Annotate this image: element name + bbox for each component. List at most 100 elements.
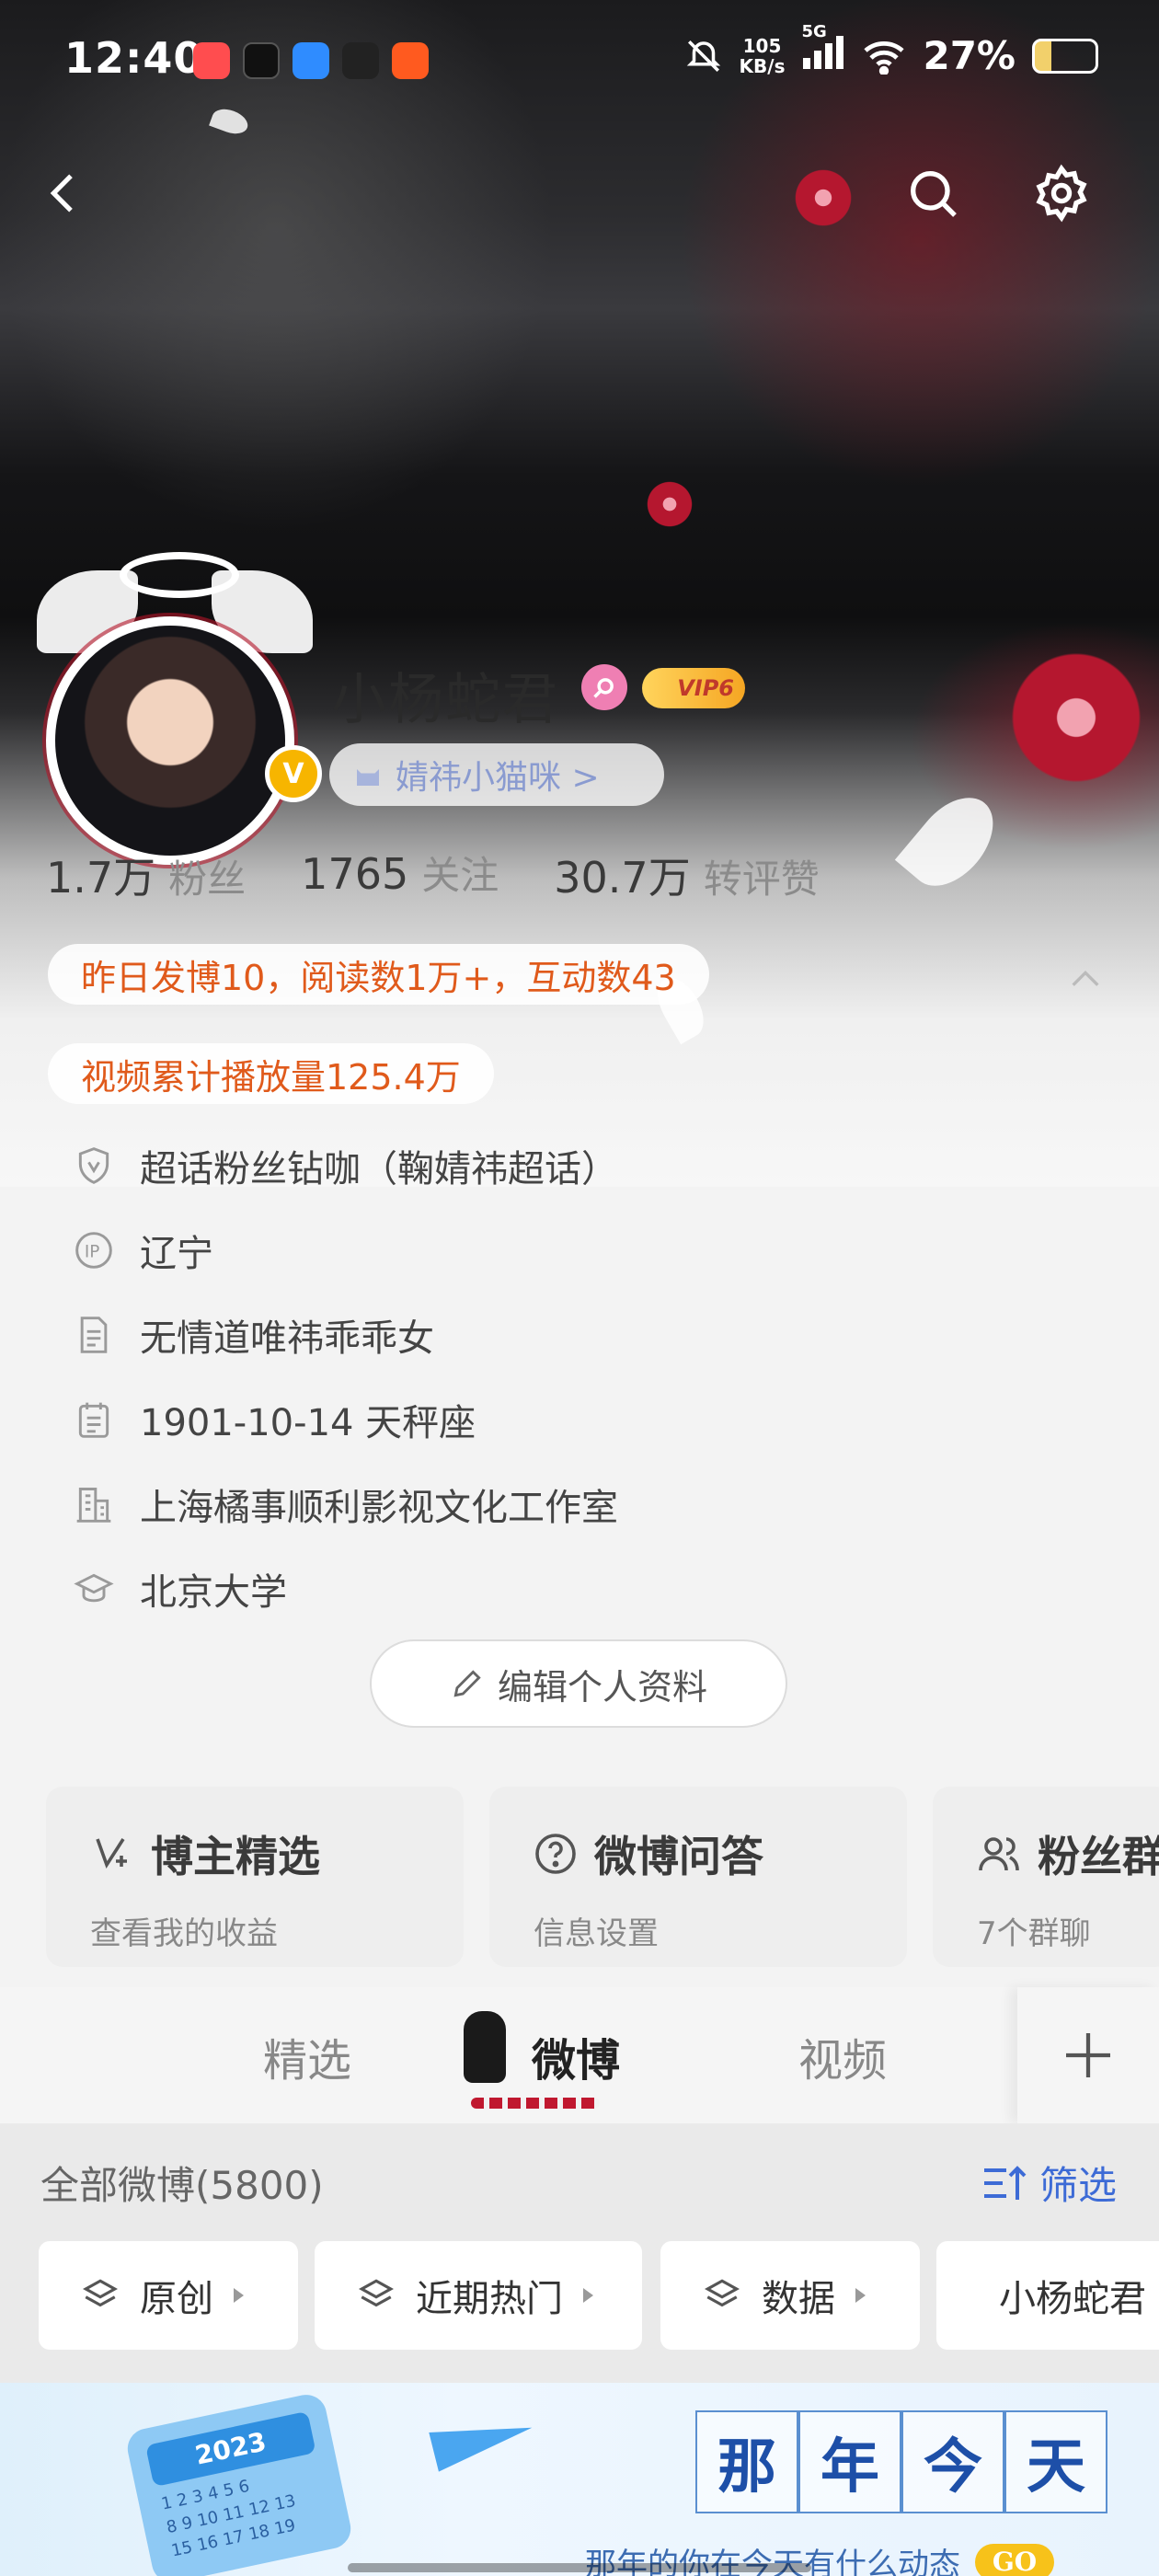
calendar-icon — [72, 1397, 116, 1442]
svg-text:IP: IP — [85, 1242, 99, 1261]
stat-likes[interactable]: 30.7万 转评赞 — [554, 845, 819, 905]
mute-bell-icon — [686, 40, 720, 72]
avatar[interactable] — [46, 616, 294, 865]
graduation-cap-icon — [72, 1567, 116, 1611]
pencil-icon — [453, 1670, 481, 1697]
info-row-supertopic[interactable]: 超话粉丝钻咖（鞠婧祎超话） — [72, 1139, 618, 1192]
info-text: 无情道唯祎乖乖女 — [140, 1317, 434, 1360]
memories-banner[interactable]: 2023 1 2 3 4 5 68 9 10 11 12 13 15 16 17 … — [0, 2383, 1159, 2576]
tab-weibo[interactable]: 微博 — [532, 2024, 620, 2088]
vip-badge[interactable]: VIP6 — [642, 668, 745, 708]
info-row-birthday: 1901-10-14 天秤座 — [72, 1393, 476, 1446]
feed-header: 全部微博(5800) 筛选 原创 近期热门 数据 小杨蛇君 — [0, 2123, 1159, 2383]
chevron-left-icon — [50, 174, 73, 213]
stat-following[interactable]: 1765 关注 — [301, 845, 499, 905]
card-subtitle: 7个群聊 — [977, 1915, 1091, 1952]
pink-search-badge-icon[interactable] — [581, 664, 627, 710]
chip-label: 小杨蛇君 — [999, 2278, 1146, 2320]
battery-icon — [1032, 38, 1098, 74]
chip-label: 数据 — [762, 2278, 835, 2320]
card-fan-groups[interactable]: 粉丝群 7个群聊 — [933, 1787, 1159, 1967]
info-text: 北京大学 — [140, 1571, 287, 1614]
card-qa[interactable]: 微博问答 信息设置 — [489, 1787, 907, 1967]
info-row-company: 上海橘事顺利影视文化工作室 — [72, 1478, 618, 1531]
tab-video[interactable]: 视频 — [798, 2024, 887, 2088]
chip-recent-hot[interactable]: 近期热门 — [315, 2241, 642, 2350]
app-notification-icon — [193, 42, 230, 79]
settings-button[interactable] — [1025, 156, 1098, 230]
yesterday-stats-pill[interactable]: 昨日发博10，阅读数1万+，互动数43 — [48, 944, 709, 1005]
triangle-right-icon — [583, 2288, 593, 2303]
weibo-app-icon — [392, 42, 429, 79]
info-row-bio: 无情道唯祎乖乖女 — [72, 1308, 434, 1362]
plus-icon — [1066, 2033, 1110, 2077]
add-tab-button[interactable] — [1017, 1987, 1159, 2123]
document-icon — [72, 1313, 116, 1357]
building-icon — [72, 1482, 116, 1526]
shield-icon — [72, 1144, 116, 1188]
avatar-frame[interactable]: V — [37, 552, 322, 865]
video-plays-pill[interactable]: 视频累计播放量125.4万 — [48, 1043, 494, 1104]
home-indicator[interactable] — [348, 2563, 811, 2572]
tiktok-icon — [243, 42, 280, 79]
layers-icon — [705, 2279, 740, 2307]
card-title: 微博问答 — [594, 1832, 763, 1881]
info-text: 上海橘事顺利影视文化工作室 — [140, 1487, 618, 1529]
status-right: 105 KB/s 5G 27% — [684, 22, 1098, 78]
triangle-right-icon — [855, 2288, 866, 2303]
banner-title: 那 年 今 天 — [695, 2410, 1107, 2513]
card-featured[interactable]: 博主精选 查看我的收益 — [46, 1787, 464, 1967]
triangle-right-icon — [234, 2288, 244, 2303]
layers-icon — [359, 2279, 394, 2307]
stat-followers[interactable]: 1.7万 粉丝 — [46, 845, 246, 905]
fan-group-pill[interactable]: 婧祎小猫咪 > — [329, 743, 664, 806]
all-weibo-count: 全部微博(5800) — [40, 2163, 324, 2208]
search-button[interactable] — [896, 156, 970, 230]
info-row-ip: IP 辽宁 — [72, 1224, 213, 1277]
app-notification-icon — [293, 42, 329, 79]
gear-icon — [1036, 164, 1087, 223]
filter-icon — [983, 2165, 1027, 2200]
edit-star-icon — [96, 1838, 127, 1869]
chip-user[interactable]: 小杨蛇君 — [936, 2241, 1159, 2350]
decor-feather — [894, 782, 1010, 902]
active-tab-indicator — [471, 2098, 600, 2109]
info-text: 1901-10-14 天秤座 — [140, 1402, 476, 1444]
network-speed: 105 KB/s — [739, 34, 786, 77]
battery-percent: 27% — [923, 33, 1016, 78]
filter-label: 筛选 — [1039, 2163, 1117, 2208]
tab-featured[interactable]: 精选 — [263, 2024, 351, 2088]
cat-icon — [357, 769, 379, 786]
layers-icon — [83, 2279, 118, 2307]
signal-icon: 5G — [801, 22, 845, 78]
tab-decoration-icon — [464, 2011, 506, 2083]
card-subtitle: 查看我的收益 — [90, 1915, 278, 1952]
question-icon — [535, 1834, 576, 1874]
ip-icon: IP — [72, 1228, 116, 1272]
edit-profile-button[interactable]: 编辑个人资料 — [370, 1639, 787, 1728]
status-time: 12:40 — [64, 33, 204, 83]
chip-label: 近期热门 — [416, 2278, 563, 2320]
wifi-icon — [864, 40, 905, 75]
back-button[interactable] — [28, 156, 101, 230]
decor-flower — [1003, 644, 1150, 791]
profile-name: 小杨蛇君 — [331, 668, 559, 732]
chevron-up-icon[interactable] — [1067, 960, 1104, 997]
edit-profile-label: 编辑个人资料 — [497, 1666, 707, 1708]
verified-badge-icon: V — [265, 745, 322, 802]
chip-original[interactable]: 原创 — [39, 2241, 298, 2350]
go-button[interactable]: GO — [975, 2543, 1054, 2576]
filter-button[interactable]: 筛选 — [981, 2155, 1117, 2211]
status-bar: 12:40 105 KB/s 5G 27% — [0, 0, 1159, 129]
info-text: 辽宁 — [140, 1233, 213, 1275]
group-icon — [979, 1837, 1019, 1871]
search-icon — [911, 171, 957, 217]
card-title: 博主精选 — [151, 1832, 320, 1881]
info-text: 超话粉丝钻咖（鞠婧祎超话） — [140, 1148, 618, 1190]
card-subtitle: 信息设置 — [534, 1915, 659, 1952]
fan-group-label: 婧祎小猫咪 > — [396, 759, 600, 797]
calendar-illustration: 2023 1 2 3 4 5 68 9 10 11 12 13 15 16 17 … — [123, 2390, 355, 2576]
chip-label: 原创 — [140, 2278, 213, 2320]
chip-data[interactable]: 数据 — [660, 2241, 920, 2350]
decor-flower — [791, 166, 855, 230]
